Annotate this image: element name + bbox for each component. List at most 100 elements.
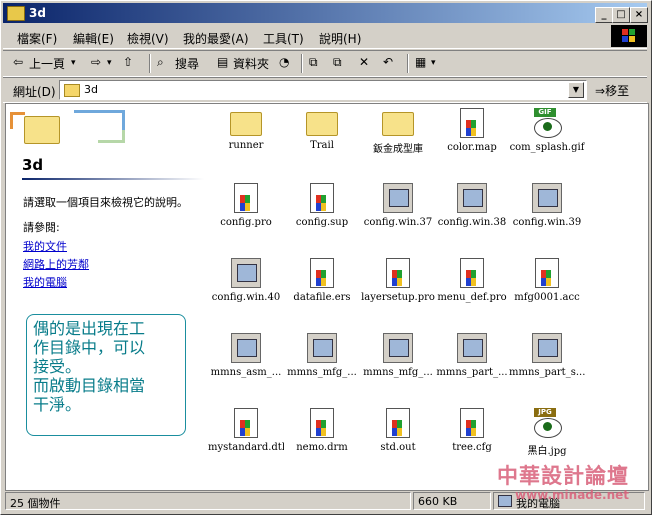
file-item[interactable]: config.win.40 [208, 258, 284, 303]
file-name: mmns_mfg_... [363, 367, 433, 378]
folder-icon [64, 84, 80, 97]
chevron-down-icon[interactable]: ▼ [568, 82, 584, 98]
window-file-icon [532, 183, 562, 213]
file-item[interactable]: Trail [284, 108, 360, 151]
file-item[interactable]: menu_def.pro [434, 258, 510, 303]
window-file-icon [383, 333, 413, 363]
file-name: com_splash.gif [509, 142, 585, 153]
file-name: mmns_asm_... [210, 367, 282, 378]
window-file-icon [307, 333, 337, 363]
file-name: layersetup.pro [361, 292, 435, 303]
menu-view[interactable]: 檢視(V) [127, 30, 169, 47]
document-icon [535, 258, 559, 288]
go-label: 移至 [605, 84, 630, 98]
menu-tools[interactable]: 工具(T) [263, 30, 304, 47]
chevron-down-icon[interactable]: ▾ [431, 58, 436, 68]
document-icon [460, 108, 484, 138]
folder-icon [382, 112, 414, 136]
forward-arrow-icon[interactable]: ⇨ [91, 55, 101, 69]
address-input[interactable]: 3d ▼ [59, 80, 587, 100]
file-item[interactable]: datafile.ers [284, 258, 360, 303]
image-file-icon: JPG [532, 408, 562, 438]
title-bar[interactable]: 3d _ □ × [3, 3, 648, 23]
file-name: mmns_part_s... [509, 367, 585, 378]
file-name: config.win.39 [512, 217, 582, 228]
maximize-button[interactable]: □ [612, 7, 630, 23]
file-item[interactable]: mmns_part_s... [509, 333, 585, 378]
close-button[interactable]: × [630, 7, 648, 23]
file-item[interactable]: JPG 黑白.jpg [509, 408, 585, 457]
file-item[interactable]: config.win.37 [360, 183, 436, 228]
document-icon [234, 183, 258, 213]
file-name: runner [228, 140, 264, 151]
separator [301, 54, 303, 73]
file-item[interactable]: config.win.39 [509, 183, 585, 228]
file-name: nemo.drm [296, 442, 348, 453]
move-to-icon[interactable]: ⧉ [309, 55, 318, 70]
back-arrow-icon[interactable]: ⇦ [13, 55, 23, 69]
watermark-title: 中華設計論壇 [497, 464, 629, 488]
divider [22, 178, 204, 180]
address-bar: 網址(D) 3d ▼ ⇒移至 [3, 77, 647, 103]
folders-button[interactable]: 資料夾 [233, 55, 269, 72]
status-count-panel: 25 個物件 [5, 492, 411, 510]
file-item[interactable]: tree.cfg [434, 408, 510, 453]
file-item[interactable]: std.out [360, 408, 436, 453]
delete-icon[interactable]: ✕ [359, 55, 369, 69]
back-button[interactable]: 上一頁 [29, 55, 65, 72]
file-item[interactable]: 鈑金成型庫 [360, 108, 436, 155]
decoration [98, 130, 125, 143]
file-name: menu_def.pro [437, 292, 507, 303]
description-text: 請選取一個項目來檢視它的說明。 [23, 196, 188, 209]
menu-favorites[interactable]: 我的最愛(A) [183, 30, 249, 47]
undo-icon[interactable]: ↶ [383, 55, 393, 69]
folders-icon[interactable]: ▤ [217, 55, 228, 69]
file-item[interactable]: mystandard.dtl [208, 408, 284, 453]
annotation-note: 偶的是出現在工 作目錄中，可以 接受。 而啟動目錄相當 干淨。 [26, 314, 186, 436]
link-network-places[interactable]: 網路上的芳鄰 [23, 256, 89, 272]
link-my-documents[interactable]: 我的文件 [23, 238, 67, 254]
status-size: 660 KB [418, 495, 458, 508]
file-item[interactable]: mmns_mfg_... [284, 333, 360, 378]
file-item[interactable]: layersetup.pro [360, 258, 436, 303]
history-icon[interactable]: ◔ [279, 55, 289, 69]
window-file-icon [457, 183, 487, 213]
go-button[interactable]: ⇒移至 [595, 82, 629, 99]
file-item[interactable]: config.sup [284, 183, 360, 228]
address-value[interactable]: 3d [84, 83, 98, 96]
file-name: 黑白.jpg [527, 446, 567, 457]
file-item[interactable]: GIF com_splash.gif [509, 108, 585, 153]
file-name: config.win.38 [437, 217, 507, 228]
views-icon[interactable]: ▦ [415, 55, 426, 69]
chevron-down-icon[interactable]: ▾ [107, 58, 112, 68]
file-item[interactable]: runner [208, 108, 284, 151]
file-item[interactable]: config.pro [208, 183, 284, 228]
file-name: mmns_mfg_... [287, 367, 357, 378]
document-icon [234, 408, 258, 438]
copy-to-icon[interactable]: ⧉ [333, 55, 342, 70]
menu-file[interactable]: 檔案(F) [17, 30, 57, 47]
file-item[interactable]: nemo.drm [284, 408, 360, 453]
document-icon [386, 408, 410, 438]
file-item[interactable]: config.win.38 [434, 183, 510, 228]
document-icon [460, 258, 484, 288]
chevron-down-icon[interactable]: ▾ [71, 58, 76, 68]
file-item[interactable]: mmns_part_... [434, 333, 510, 378]
document-icon [310, 183, 334, 213]
file-name: std.out [380, 442, 416, 453]
window-file-icon [457, 333, 487, 363]
file-item[interactable]: color.map [434, 108, 510, 153]
window-file-icon [231, 333, 261, 363]
minimize-button[interactable]: _ [595, 7, 613, 23]
file-item[interactable]: mmns_mfg_... [360, 333, 436, 378]
search-icon[interactable]: ⌕ [157, 55, 164, 70]
menu-edit[interactable]: 編輯(E) [73, 30, 114, 47]
file-name: datafile.ers [293, 292, 351, 303]
file-item[interactable]: mfg0001.acc [509, 258, 585, 303]
link-my-computer[interactable]: 我的電腦 [23, 274, 67, 290]
menu-help[interactable]: 說明(H) [319, 30, 361, 47]
search-button[interactable]: 搜尋 [175, 55, 199, 72]
file-item[interactable]: mmns_asm_... [208, 333, 284, 378]
watermark-logo: 中華設計論壇 www.minade.net [495, 460, 645, 506]
folder-up-icon[interactable]: ⇧ [123, 55, 133, 69]
